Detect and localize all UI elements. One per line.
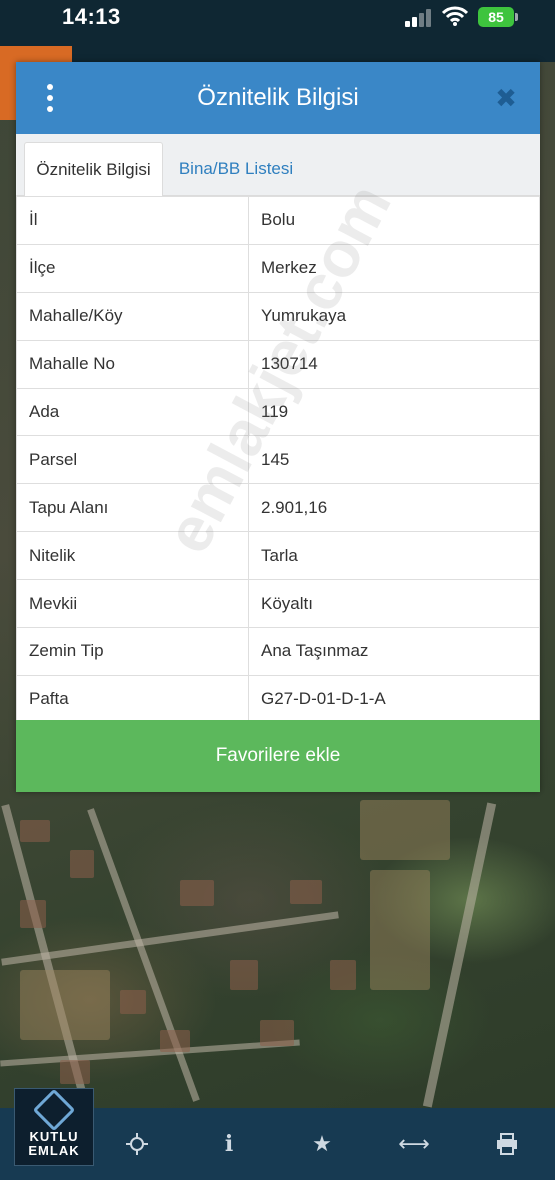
dialog-header: Öznitelik Bilgisi ✖ [16, 62, 540, 134]
attr-value: Bolu [248, 196, 540, 245]
attr-value: 119 [248, 387, 540, 437]
attr-value: 130714 [248, 339, 540, 389]
attr-value: G27-D-01-D-1-A [248, 674, 540, 724]
attr-key: Tapu Alanı [16, 483, 249, 533]
table-row: Mevkii Köyaltı [16, 579, 540, 629]
battery-tip [515, 13, 518, 21]
attr-key: Mevkii [16, 579, 249, 629]
measure-icon[interactable]: ⟷ [394, 1126, 434, 1162]
battery-level: 85 [488, 9, 504, 25]
table-row: Pafta G27-D-01-D-1-A [16, 674, 540, 724]
attr-value: Tarla [248, 531, 540, 581]
tab-bar: Öznitelik Bilgisi Bina/BB Listesi [16, 134, 540, 196]
table-row: İlçe Merkez [16, 243, 540, 293]
company-logo: KUTLU EMLAK [14, 1088, 94, 1166]
more-options-icon[interactable] [42, 84, 58, 112]
logo-line1: KUTLU [29, 1129, 79, 1144]
attr-key: Pafta [16, 674, 249, 724]
star-icon[interactable]: ★ [302, 1126, 342, 1162]
attr-value: Ana Taşınmaz [248, 627, 540, 676]
dialog-title: Öznitelik Bilgisi [197, 84, 359, 111]
table-row: Tapu Alanı 2.901,16 [16, 483, 540, 533]
crosshair-icon[interactable] [117, 1126, 157, 1162]
table-row: Mahalle/Köy Yumrukaya [16, 291, 540, 341]
tab-attribute-info[interactable]: Öznitelik Bilgisi [24, 142, 163, 196]
attr-value: Merkez [248, 243, 540, 293]
close-icon[interactable]: ✖ [492, 84, 520, 112]
logo-line2: EMLAK [28, 1143, 80, 1158]
wifi-icon [441, 6, 469, 31]
add-to-favorites-button[interactable]: Favorilere ekle [16, 720, 540, 792]
attr-key: Zemin Tip [16, 627, 249, 676]
print-icon[interactable] [487, 1126, 527, 1162]
status-time: 14:13 [62, 4, 121, 29]
table-row: Ada 119 [16, 387, 540, 437]
attr-key: Parsel [16, 435, 249, 485]
attr-key: Mahalle No [16, 339, 249, 389]
attr-key: İlçe [16, 243, 249, 293]
battery-icon: 85 [478, 7, 514, 27]
table-row: Parsel 145 [16, 435, 540, 485]
attr-value: 145 [248, 435, 540, 485]
attr-value: 2.901,16 [248, 483, 540, 533]
table-row: Zemin Tip Ana Taşınmaz [16, 627, 540, 676]
status-bar: 14:13 85 [0, 0, 555, 40]
info-icon[interactable]: i [209, 1126, 249, 1162]
attr-value: Yumrukaya [248, 291, 540, 341]
cellular-signal-icon [405, 9, 435, 27]
attribute-table: İl Bolu İlçe Merkez Mahalle/Köy Yumrukaya M… [16, 196, 540, 724]
tab-building-list[interactable]: Bina/BB Listesi [176, 142, 296, 196]
logo-mark [32, 1088, 76, 1132]
attr-key: İl [16, 196, 249, 245]
attribute-dialog: Öznitelik Bilgisi ✖ Öznitelik Bilgisi Bi… [16, 62, 540, 792]
table-row: İl Bolu [16, 196, 540, 245]
attr-key: Nitelik [16, 531, 249, 581]
attr-key: Ada [16, 387, 249, 437]
table-row: Nitelik Tarla [16, 531, 540, 581]
attr-key: Mahalle/Köy [16, 291, 249, 341]
table-row: Mahalle No 130714 [16, 339, 540, 389]
attr-value: Köyaltı [248, 579, 540, 629]
